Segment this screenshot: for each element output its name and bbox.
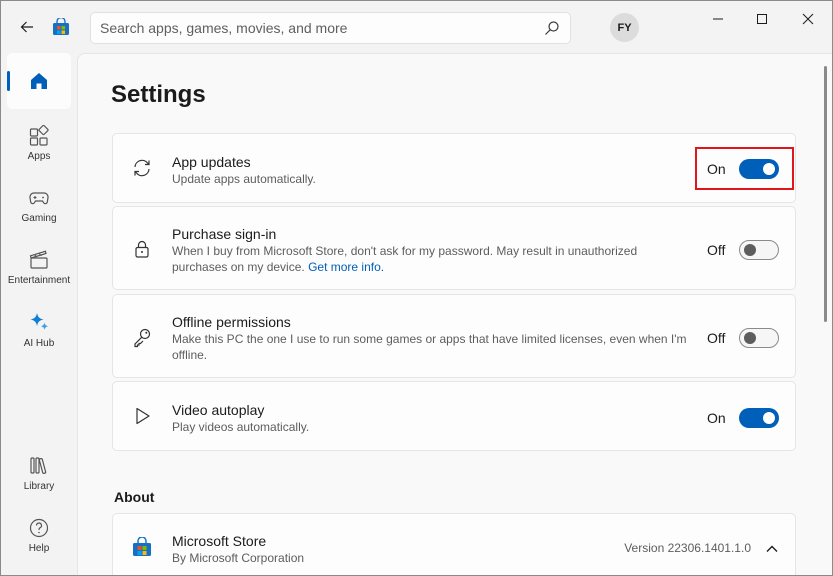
chevron-up-icon[interactable]: [765, 542, 779, 556]
sidebar-item-library[interactable]: Library: [7, 445, 71, 501]
setting-app-updates: App updates Update apps automatically. O…: [112, 133, 796, 203]
setting-offline-permissions: Offline permissions Make this PC the one…: [112, 294, 796, 378]
store-logo-icon: [52, 16, 70, 36]
about-microsoft-store: Microsoft Store By Microsoft Corporation…: [112, 513, 796, 575]
scrollbar[interactable]: [824, 66, 827, 322]
home-icon: [31, 73, 47, 89]
play-icon: [130, 404, 154, 428]
back-button[interactable]: [15, 15, 39, 39]
setting-title: Purchase sign-in: [172, 226, 277, 242]
setting-description-text: When I buy from Microsoft Store, don't a…: [172, 244, 638, 274]
setting-title: Video autoplay: [172, 402, 265, 418]
close-icon: [802, 13, 814, 25]
gaming-icon: [29, 191, 49, 204]
page-title: Settings: [111, 81, 206, 108]
setting-purchase-sign-in: Purchase sign-in When I buy from Microso…: [112, 206, 796, 290]
setting-title: Offline permissions: [172, 314, 291, 330]
search-icon[interactable]: [544, 20, 560, 36]
search-input[interactable]: [91, 13, 531, 43]
video-autoplay-toggle[interactable]: [739, 408, 779, 428]
sidebar-item-label: Gaming: [21, 212, 57, 224]
close-button[interactable]: [796, 7, 820, 31]
entertainment-icon: [29, 250, 48, 269]
settings-page: Settings App updates Update apps automat…: [77, 53, 832, 575]
toggle-knob: [763, 412, 775, 424]
ai-hub-icon: [30, 312, 49, 330]
video-autoplay-toggle-group: On: [707, 408, 779, 428]
title-bar: FY: [1, 1, 832, 53]
user-avatar[interactable]: FY: [610, 13, 639, 42]
offline-permissions-toggle[interactable]: [739, 328, 779, 348]
get-more-info-link[interactable]: Get more info.: [308, 260, 384, 274]
toggle-state-label: On: [707, 410, 726, 426]
sidebar-item-label: Entertainment: [7, 274, 71, 286]
toggle-state-label: Off: [707, 330, 726, 346]
toggle-knob: [744, 332, 756, 344]
sidebar-item-label: Help: [28, 542, 50, 554]
sidebar-item-label: AI Hub: [23, 337, 55, 349]
setting-title: App updates: [172, 154, 251, 170]
toggle-state-label: Off: [707, 242, 726, 258]
store-logo-icon: [132, 536, 152, 557]
purchase-sign-in-toggle[interactable]: [739, 240, 779, 260]
key-icon: [130, 325, 154, 349]
help-icon: [29, 518, 49, 537]
sidebar-item-ai-hub[interactable]: AI Hub: [7, 301, 71, 357]
sidebar-item-entertainment[interactable]: Entertainment: [7, 239, 71, 295]
maximize-icon: [757, 14, 767, 24]
sync-icon: [130, 156, 154, 180]
search-box[interactable]: [90, 12, 571, 44]
active-indicator: [7, 71, 10, 91]
about-publisher: By Microsoft Corporation: [172, 551, 305, 565]
library-icon: [30, 456, 47, 474]
sidebar-item-help[interactable]: Help: [7, 507, 71, 563]
sidebar-item-label: Library: [23, 480, 55, 492]
lock-icon: [130, 237, 154, 261]
purchase-sign-in-toggle-group: Off: [707, 240, 779, 260]
setting-description: Update apps automatically.: [172, 172, 316, 186]
minimize-icon: [713, 18, 723, 20]
about-app-name: Microsoft Store: [172, 533, 267, 549]
setting-description: Make this PC the one I use to run some g…: [172, 332, 687, 362]
about-section-title: About: [114, 489, 155, 505]
setting-video-autoplay: Video autoplay Play videos automatically…: [112, 381, 796, 451]
setting-description: When I buy from Microsoft Store, don't a…: [172, 243, 692, 275]
sidebar-item-label: Apps: [27, 150, 51, 162]
offline-permissions-toggle-group: Off: [707, 328, 779, 348]
maximize-button[interactable]: [750, 7, 774, 31]
about-version: Version 22306.1401.1.0: [624, 541, 751, 555]
sidebar-item-apps[interactable]: Apps: [7, 115, 71, 171]
minimize-button[interactable]: [706, 7, 730, 31]
apps-icon: [29, 124, 49, 146]
highlight-box: [695, 147, 794, 190]
sidebar-item-gaming[interactable]: Gaming: [7, 177, 71, 233]
setting-description: Play videos automatically.: [172, 420, 310, 434]
toggle-knob: [744, 244, 756, 256]
back-arrow-icon: [20, 21, 33, 33]
app-window: FY Apps: [0, 0, 833, 576]
sidebar: Apps Gaming Entertainment AI Hub Library…: [1, 53, 77, 575]
sidebar-item-home[interactable]: [7, 53, 71, 109]
